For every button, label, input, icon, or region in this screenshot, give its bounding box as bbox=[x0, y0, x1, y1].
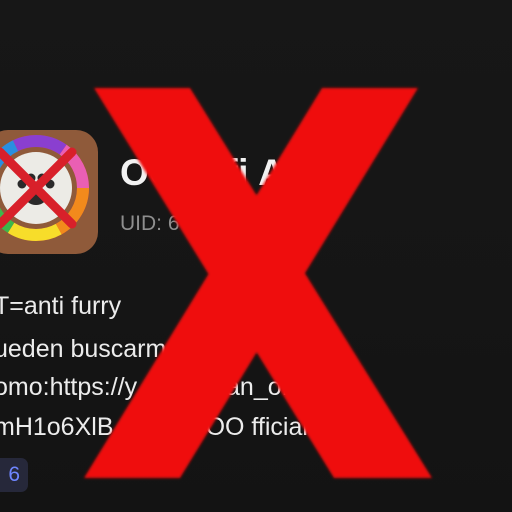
rainbow-ring-paw-avatar bbox=[0, 130, 98, 254]
bio-line: T=anti furry bbox=[0, 292, 122, 320]
bio-line: ueden buscarm bbox=[0, 335, 167, 363]
bio-line: mH1o6XlB 6C o @OO fficial bbox=[0, 413, 308, 441]
back-arrow-icon[interactable]: ‹ bbox=[0, 26, 8, 42]
profile-screen: ‹ OO offi AT bbox=[0, 0, 512, 512]
bio-line[interactable]: omo:https://y e.com/ an_official?s bbox=[0, 373, 365, 402]
profile-uid: UID: 6 bbox=[120, 212, 180, 235]
follower-count-chip[interactable]: 6 bbox=[0, 458, 28, 492]
profile-avatar[interactable] bbox=[0, 130, 98, 254]
profile-name: OO offi AT bbox=[120, 152, 306, 193]
chip-label: 6 bbox=[8, 463, 20, 486]
